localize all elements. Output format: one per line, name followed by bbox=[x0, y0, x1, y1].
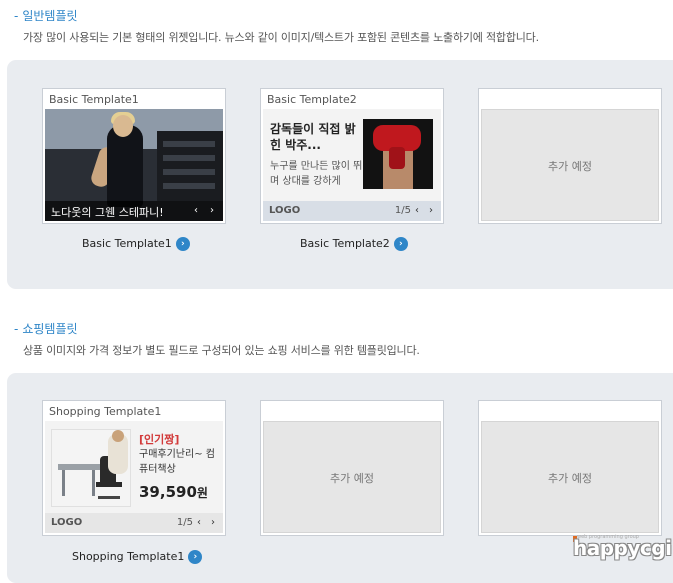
placeholder-label: 추가 예정 bbox=[330, 472, 374, 485]
card-title: Basic Template2 bbox=[267, 93, 357, 106]
news-summary: 누구를 만나든 많이 뛰며 상대를 강하게 bbox=[270, 161, 363, 187]
watermark-text: happycgi bbox=[573, 536, 672, 560]
shopping-template1-link[interactable]: Shopping Template1 › bbox=[72, 550, 203, 564]
next-icon[interactable]: › bbox=[425, 204, 437, 218]
product-image[interactable] bbox=[51, 429, 131, 507]
product-price: 39,590원 bbox=[139, 483, 208, 501]
logo: LOGO bbox=[269, 205, 301, 216]
card-body: 노다웃의 그웬 스테파니! ‹ › bbox=[45, 109, 223, 221]
card-title: Shopping Template1 bbox=[49, 405, 162, 418]
logo: LOGO bbox=[51, 517, 83, 528]
placeholder-area: 추가 예정 bbox=[263, 421, 441, 533]
next-icon[interactable]: › bbox=[207, 516, 219, 530]
upcoming-template-card: 추가 예정 bbox=[260, 400, 444, 536]
basic-template2-card[interactable]: Basic Template2 감독들이 직접 밝힌 박주... 누구를 만나든… bbox=[260, 88, 444, 224]
news-photo bbox=[363, 119, 433, 189]
go-arrow-icon[interactable]: › bbox=[393, 237, 408, 251]
upcoming-template-card: 추가 예정 bbox=[478, 88, 662, 224]
caption-text: 노다웃의 그웬 스테파니! bbox=[51, 206, 164, 219]
watermark: web programming group happycgi bbox=[573, 534, 672, 564]
basic-templates-panel: Basic Template1 노다웃의 그웬 스테파니! ‹ › Basic … bbox=[7, 60, 673, 289]
product-name[interactable]: 구매후기난리~ 컴퓨터책상 bbox=[139, 447, 219, 477]
basic-template1-card[interactable]: Basic Template1 노다웃의 그웬 스테파니! ‹ › bbox=[42, 88, 226, 224]
shopping-template1-card[interactable]: Shopping Template1 [인기짱] 구매후기난리~ 컴퓨터책상 3… bbox=[42, 400, 226, 536]
go-arrow-icon[interactable]: › bbox=[188, 550, 203, 564]
news-headline[interactable]: 감독들이 직접 밝힌 박주... bbox=[270, 121, 366, 153]
section-desc-basic: 가장 많이 사용되는 기본 형태의 위젯입니다. 뉴스와 같이 이미지/텍스트가… bbox=[23, 31, 539, 44]
section-title-shopping: - 쇼핑템플릿 bbox=[14, 322, 78, 336]
placeholder-label: 추가 예정 bbox=[548, 160, 592, 173]
prev-icon[interactable]: ‹ bbox=[193, 516, 205, 530]
basic-template1-link[interactable]: Basic Template1 › bbox=[82, 237, 190, 251]
basic-template2-link[interactable]: Basic Template2 › bbox=[300, 237, 408, 251]
placeholder-label: 추가 예정 bbox=[548, 472, 592, 485]
placeholder-area: 추가 예정 bbox=[481, 421, 659, 533]
go-arrow-icon[interactable]: › bbox=[175, 237, 190, 251]
card-footer: LOGO 1/5 ‹ › bbox=[263, 201, 441, 221]
page-indicator: 1/5 bbox=[176, 517, 193, 528]
card-footer: LOGO 1/5 ‹ › bbox=[45, 513, 223, 533]
news-photo: 노다웃의 그웬 스테파니! ‹ › bbox=[45, 109, 223, 221]
card-body: 감독들이 직접 밝힌 박주... 누구를 만나든 많이 뛰며 상대를 강하게 L… bbox=[263, 109, 441, 221]
product-tag: [인기짱] bbox=[139, 433, 180, 446]
placeholder-area: 추가 예정 bbox=[481, 109, 659, 221]
photo-caption: 노다웃의 그웬 스테파니! ‹ › bbox=[45, 201, 223, 221]
prev-icon[interactable]: ‹ bbox=[189, 204, 203, 218]
section-desc-shopping: 상품 이미지와 가격 정보가 별도 필드로 구성되어 있는 쇼핑 서비스를 위한… bbox=[23, 344, 420, 357]
upcoming-template-card: 추가 예정 bbox=[478, 400, 662, 536]
card-body: [인기짱] 구매후기난리~ 컴퓨터책상 39,590원 LOGO 1/5 ‹ › bbox=[45, 421, 223, 533]
page-indicator: 1/5 bbox=[394, 205, 411, 216]
next-icon[interactable]: › bbox=[205, 204, 219, 218]
section-title-basic: - 일반템플릿 bbox=[14, 9, 78, 23]
card-title: Basic Template1 bbox=[49, 93, 139, 106]
prev-icon[interactable]: ‹ bbox=[411, 204, 423, 218]
